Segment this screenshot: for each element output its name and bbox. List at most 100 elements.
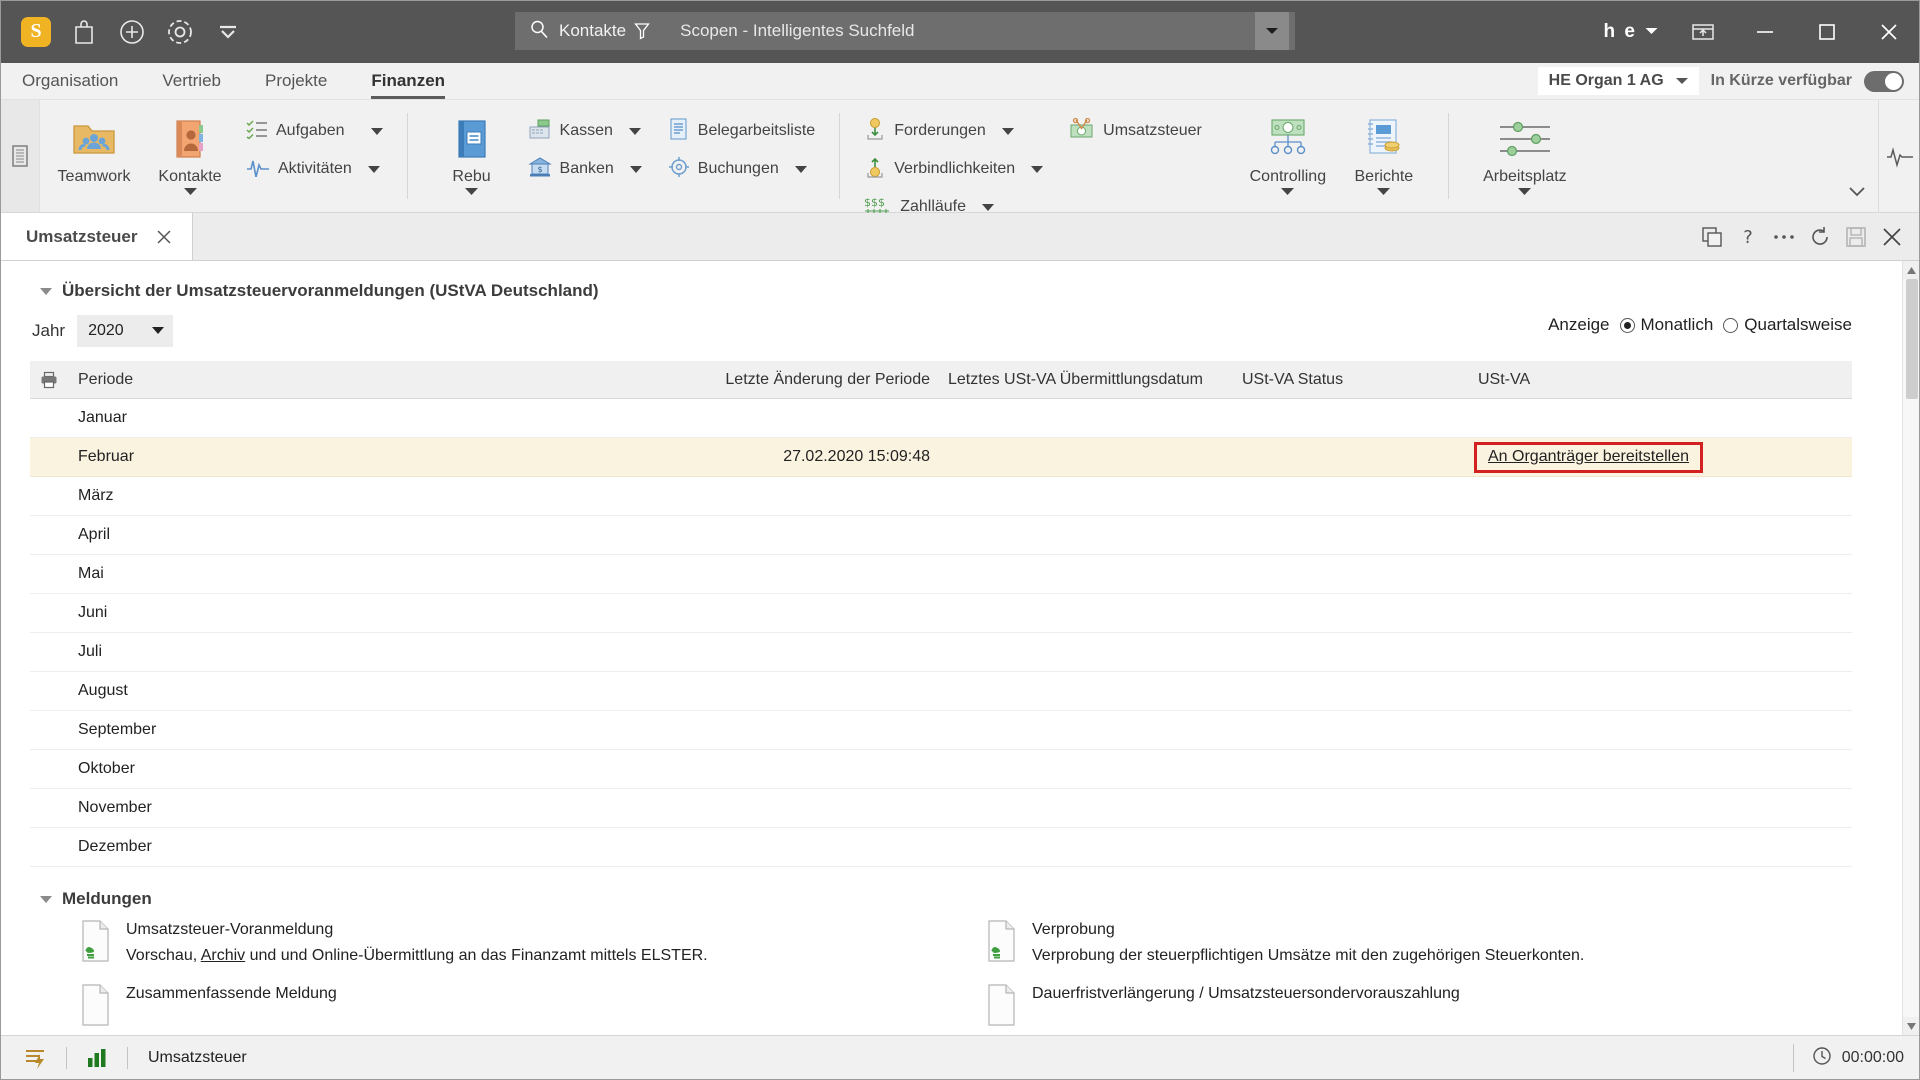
table-row[interactable]: November (30, 789, 1852, 828)
refresh-icon[interactable] (1802, 213, 1838, 261)
table-row[interactable]: Juli (30, 633, 1852, 672)
column-header-status[interactable]: USt-VA Status (1238, 371, 1468, 389)
coming-soon-toggle[interactable] (1864, 70, 1904, 92)
ribbon-button-belegarbeitsliste[interactable]: Belegarbeitsliste (660, 114, 823, 148)
target-icon[interactable] (158, 10, 202, 54)
chevron-collapse-icon[interactable] (206, 10, 250, 54)
activity-pulse-icon[interactable] (1878, 100, 1920, 213)
meldung-item[interactable]: Dauerfristverlängerung / Umsatzsteuerson… (986, 983, 1862, 1027)
meldungen-header: Meldungen (0, 867, 1902, 909)
plus-circle-icon[interactable] (110, 10, 154, 54)
radio-quartalsweise[interactable]: Quartalsweise (1723, 315, 1852, 335)
app-logo[interactable]: S (14, 10, 58, 54)
table-row[interactable]: August (30, 672, 1852, 711)
tab-close-icon[interactable] (156, 229, 172, 245)
user-menu[interactable]: h e (1590, 21, 1672, 43)
ribbon-button-aufgaben[interactable]: Aufgaben (238, 114, 391, 148)
vertical-scrollbar[interactable] (1902, 261, 1920, 1035)
table-row[interactable]: Dezember (30, 828, 1852, 867)
scroll-up-arrow[interactable] (1902, 261, 1920, 279)
ribbon-button-rebu[interactable]: Rebu (424, 106, 520, 206)
chevron-down-icon[interactable] (367, 165, 380, 173)
table-row[interactable]: Mai (30, 555, 1852, 594)
chevron-down-icon[interactable] (1281, 188, 1295, 196)
collapse-triangle-icon[interactable] (40, 895, 52, 903)
more-options-icon[interactable] (1766, 213, 1802, 261)
chevron-down-icon[interactable] (1001, 127, 1014, 135)
tab-umsatzsteuer[interactable]: Umsatzsteuer (0, 213, 193, 260)
menu-item-vertrieb[interactable]: Vertrieb (140, 63, 243, 99)
table-row[interactable]: Juni (30, 594, 1852, 633)
ribbon-button-banken[interactable]: $ Banken (520, 152, 650, 186)
year-select[interactable]: 2020 (77, 315, 174, 347)
column-header-ustva[interactable]: USt-VA (1468, 371, 1852, 389)
meldung-item[interactable]: Zusammenfassende Meldung (80, 983, 956, 1027)
scrollbar-thumb[interactable] (1905, 279, 1918, 399)
meldung-title[interactable]: Dauerfristverlängerung / Umsatzsteuerson… (1032, 985, 1460, 1003)
minimize-button[interactable] (1734, 0, 1796, 63)
column-header-periode[interactable]: Periode (68, 371, 638, 389)
menu-item-finanzen[interactable]: Finanzen (349, 63, 467, 99)
ribbon-button-aktivitaeten[interactable]: Aktivitäten (238, 152, 391, 186)
action-link-an-organtraeger-bereitstellen[interactable]: An Organträger bereitstellen (1488, 448, 1689, 465)
ribbon-button-forderungen[interactable]: Forderungen (856, 114, 1051, 148)
meldung-item[interactable]: Verprobung Verprobung der steuerpflichtig… (986, 919, 1862, 965)
meldung-item[interactable]: Umsatzsteuer-Voranmeldung Vorschau, Archi… (80, 919, 956, 965)
organisation-selector[interactable]: HE Organ 1 AG (1537, 67, 1699, 95)
chevron-down-icon[interactable] (628, 127, 641, 135)
chevron-down-icon[interactable] (1518, 188, 1532, 196)
meldung-title[interactable]: Zusammenfassende Meldung (126, 985, 337, 1003)
ribbon-button-teamwork[interactable]: Teamwork (46, 106, 142, 206)
duplicate-icon[interactable] (1694, 213, 1730, 261)
lightning-list-icon[interactable] (16, 1036, 56, 1080)
ribbon-button-kassen[interactable]: Kassen (520, 114, 650, 148)
column-header-letzte-aenderung[interactable]: Letzte Änderung der Periode (638, 371, 938, 389)
scrollbar-track[interactable] (1902, 279, 1920, 1017)
global-search-bar[interactable]: Kontakte Scopen - Intelligentes Suchfeld (515, 12, 1295, 50)
ribbon-button-verbindlichkeiten[interactable]: Verbindlichkeiten (856, 152, 1051, 186)
table-row[interactable]: Februar 27.02.2020 15:09:48 An Organträger… (30, 438, 1852, 477)
chevron-down-icon[interactable] (183, 188, 197, 196)
restore-window-icon[interactable] (1672, 0, 1734, 63)
table-row[interactable]: Januar (30, 399, 1852, 438)
collapse-triangle-icon[interactable] (40, 287, 52, 295)
chevron-down-icon[interactable] (1031, 165, 1044, 173)
bag-icon[interactable] (62, 10, 106, 54)
ribbon-button-controlling[interactable]: Controlling (1240, 106, 1336, 206)
search-dropdown-button[interactable] (1255, 12, 1289, 50)
menu-item-projekte[interactable]: Projekte (243, 63, 349, 99)
chevron-down-icon[interactable] (794, 165, 807, 173)
ribbon-expand-button[interactable] (1836, 100, 1878, 213)
maximize-button[interactable] (1796, 0, 1858, 63)
menu-item-organisation[interactable]: Organisation (0, 63, 140, 99)
save-icon[interactable] (1838, 213, 1874, 261)
ribbon-button-berichte[interactable]: Berichte (1336, 106, 1432, 206)
table-row[interactable]: September (30, 711, 1852, 750)
bar-chart-icon[interactable] (77, 1036, 117, 1080)
ribbon-button-arbeitsplatz[interactable]: Arbeitsplatz (1465, 106, 1585, 206)
close-document-icon[interactable] (1874, 213, 1910, 261)
meldung-title[interactable]: Umsatzsteuer-Voranmeldung (126, 921, 708, 939)
ribbon-button-kontakte[interactable]: Kontakte (142, 106, 238, 206)
column-header-uebermittlungsdatum[interactable]: Letztes USt-VA Übermittlungsdatum (938, 371, 1238, 389)
close-button[interactable] (1858, 0, 1920, 63)
chevron-down-icon[interactable] (629, 165, 642, 173)
table-row[interactable]: März (30, 477, 1852, 516)
print-icon[interactable] (30, 371, 68, 389)
chevron-down-icon[interactable] (370, 127, 383, 135)
radio-monatlich[interactable]: Monatlich (1619, 315, 1713, 335)
scroll-down-arrow[interactable] (1902, 1017, 1920, 1035)
filter-funnel-icon[interactable] (634, 22, 650, 40)
ribbon-collapse-handle[interactable] (0, 100, 40, 212)
meldung-title[interactable]: Verprobung (1032, 921, 1584, 939)
chevron-down-icon[interactable] (982, 203, 995, 211)
help-icon[interactable]: ? (1730, 213, 1766, 261)
table-row[interactable]: Oktober (30, 750, 1852, 789)
chevron-down-icon[interactable] (1377, 188, 1391, 196)
chevron-down-icon[interactable] (465, 188, 479, 196)
table-row[interactable]: April (30, 516, 1852, 555)
search-field[interactable]: Kontakte Scopen - Intelligentes Suchfeld (515, 12, 1295, 50)
meldung-archiv-link[interactable]: Archiv (201, 947, 245, 964)
ribbon-button-buchungen[interactable]: Buchungen (660, 152, 823, 186)
ribbon-button-umsatzsteuer[interactable]: Umsatzsteuer (1061, 114, 1210, 148)
